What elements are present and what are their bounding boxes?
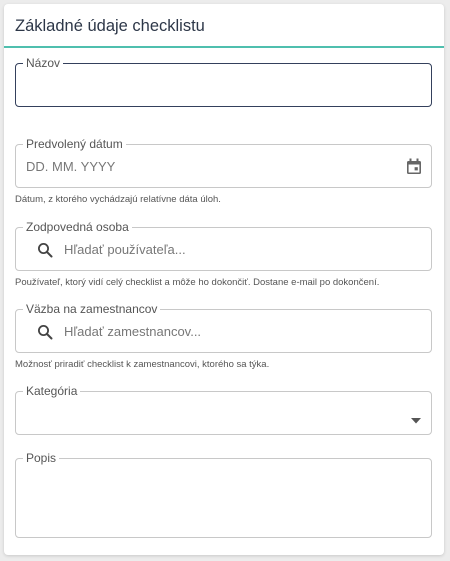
employee-link-label: Väzba na zamestnancov [23,301,161,317]
employee-link-field[interactable]: Väzba na zamestnancov Hľadať zamestnanco… [15,301,432,353]
responsible-person-placeholder: Hľadať používateľa... [64,242,186,257]
category-label: Kategória [23,383,81,399]
description-label: Popis [23,450,60,466]
name-field[interactable]: Názov [15,55,432,107]
checklist-basic-info-card: Základné údaje checklistu Názov Predvole… [4,4,444,555]
employee-link-helper: Možnosť priradiť checklist k zamestnanco… [15,359,270,370]
responsible-person-field[interactable]: Zodpovedná osoba Hľadať používateľa... [15,219,432,271]
responsible-person-helper: Používateľ, ktorý vidí celý checklist a … [15,277,380,288]
name-label: Názov [23,55,64,71]
card-header: Základné údaje checklistu [4,4,444,48]
default-date-field[interactable]: Predvolený dátum DD. MM. YYYY [15,136,432,188]
default-date-helper: Dátum, z ktorého vychádzajú relatívne dá… [15,194,221,205]
calendar-icon[interactable] [406,158,422,180]
description-textarea[interactable]: Popis [15,450,432,538]
search-icon [37,324,53,345]
default-date-label: Predvolený dátum [23,136,126,152]
caret-down-icon[interactable] [411,411,421,429]
card-title: Základné údaje checklistu [15,17,205,35]
search-icon [37,242,53,263]
category-select[interactable]: Kategória [15,383,432,435]
responsible-person-label: Zodpovedná osoba [23,219,132,235]
employee-link-placeholder: Hľadať zamestnancov... [64,324,202,339]
default-date-placeholder: DD. MM. YYYY [26,159,116,174]
